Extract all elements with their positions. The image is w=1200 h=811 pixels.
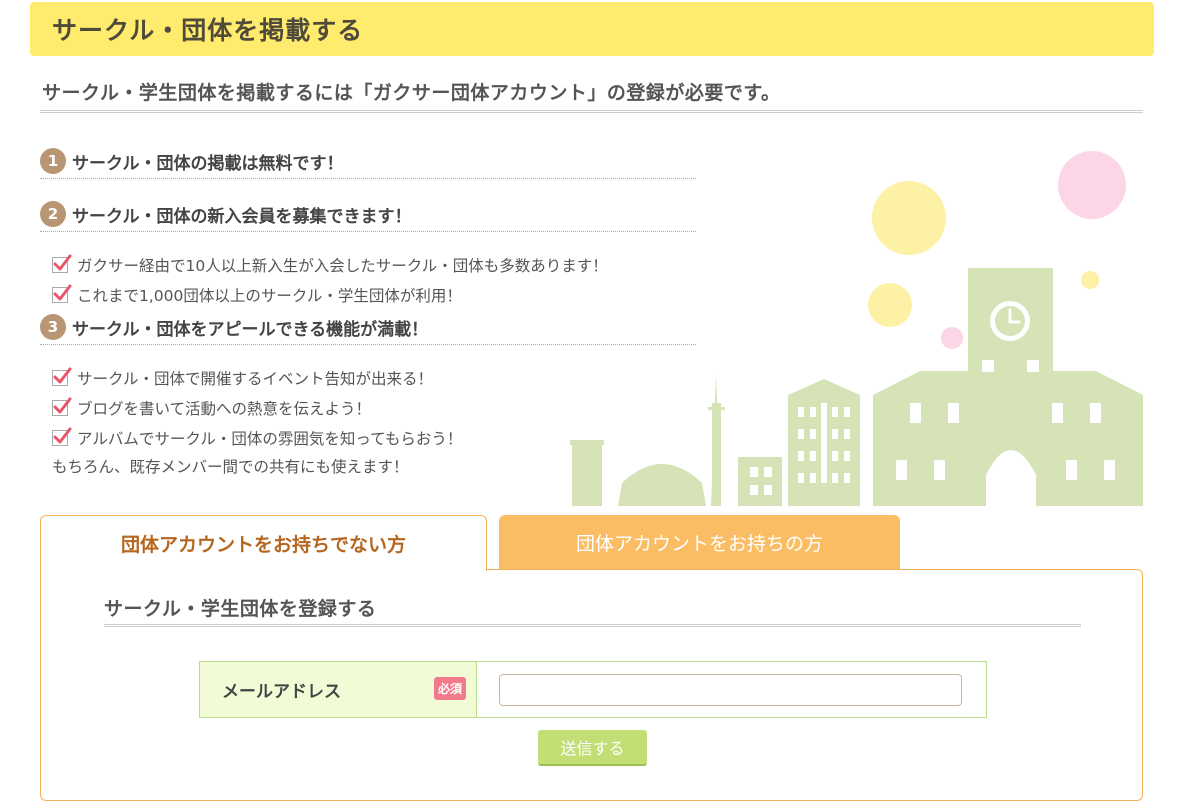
checkbox-checked-icon bbox=[52, 254, 72, 273]
email-label-cell: メールアドレス 必須 bbox=[200, 662, 477, 717]
page-title: サークル・団体を掲載する bbox=[52, 16, 364, 45]
page-header: サークル・団体を掲載する bbox=[30, 2, 1154, 56]
feature-1-label: サークル・団体の掲載は無料です！ bbox=[72, 153, 344, 174]
clock-icon bbox=[990, 301, 1030, 341]
required-badge: 必須 bbox=[433, 677, 466, 700]
feature-3-label: サークル・団体をアピールできる機能が満載！ bbox=[72, 319, 429, 340]
check-item-text: サークル・団体で開催するイベント告知が出来る！ bbox=[77, 370, 434, 388]
tab-no-account-label: 団体アカウントをお持ちでない方 bbox=[120, 534, 406, 556]
number-badge-1: 1 bbox=[40, 148, 66, 174]
email-form-row: メールアドレス 必須 bbox=[199, 661, 987, 718]
campus-illustration bbox=[570, 151, 1143, 506]
submit-button[interactable]: 送信する bbox=[538, 730, 647, 766]
email-field-cell bbox=[477, 662, 986, 717]
register-heading: サークル・学生団体を登録する bbox=[104, 598, 377, 620]
tab-no-account[interactable]: 団体アカウントをお持ちでない方 bbox=[40, 515, 487, 571]
register-divider bbox=[104, 624, 1081, 627]
number-badge-2: 2 bbox=[40, 201, 66, 227]
checkbox-checked-icon bbox=[52, 397, 72, 416]
checkbox-checked-icon bbox=[52, 427, 72, 446]
tab-have-account[interactable]: 団体アカウントをお持ちの方 bbox=[499, 515, 900, 570]
number-badge-3: 3 bbox=[40, 314, 66, 340]
register-panel: サークル・学生団体を登録する メールアドレス 必須 送信する bbox=[40, 569, 1143, 801]
checkbox-checked-icon bbox=[52, 284, 72, 303]
email-label: メールアドレス bbox=[222, 682, 341, 702]
checkbox-checked-icon bbox=[52, 367, 72, 386]
check-item-text: アルバムでサークル・団体の雰囲気を知ってもらおう！ bbox=[77, 430, 463, 448]
lead-divider bbox=[40, 110, 1143, 113]
email-input[interactable] bbox=[499, 673, 962, 706]
check-item-text: ブログを書いて活動への熱意を伝えよう！ bbox=[77, 400, 372, 418]
city-buildings bbox=[570, 268, 1143, 506]
check-item-text: ガクサー経由で10人以上新入生が入会したサークル・団体も多数あります！ bbox=[77, 257, 608, 275]
check-item-text: これまで1,000団体以上のサークル・学生団体が利用！ bbox=[77, 287, 462, 305]
lead-text: サークル・学生団体を掲載するには「ガクサー団体アカウント」の登録が必要です。 bbox=[42, 82, 781, 104]
feature-2-label: サークル・団体の新入会員を募集できます！ bbox=[72, 206, 412, 227]
tab-have-account-label: 団体アカウントをお持ちの方 bbox=[575, 533, 823, 555]
